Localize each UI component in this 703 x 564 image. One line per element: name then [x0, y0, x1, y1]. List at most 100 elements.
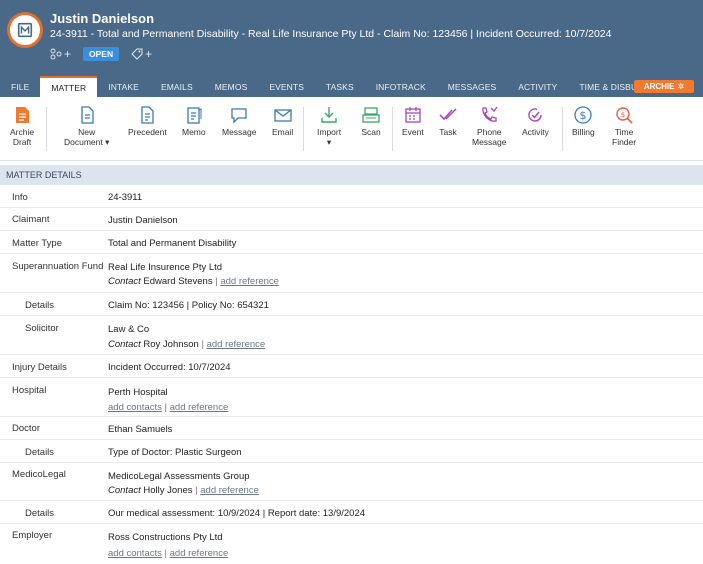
new-document-button[interactable]: New Document ▾: [64, 105, 109, 147]
detail-label: Employer: [12, 530, 53, 541]
message-button[interactable]: Message: [222, 105, 257, 137]
time-finder-label-2: Finder: [612, 137, 637, 147]
add-reference-link[interactable]: add reference: [220, 276, 279, 287]
detail-label: Superannuation Fund: [12, 261, 104, 272]
contact-line: Contact Edward Stevens | add reference: [108, 276, 279, 287]
add-tag-button[interactable]: +: [131, 47, 152, 61]
contact-name[interactable]: Holly Jones: [143, 485, 192, 496]
tab-matter[interactable]: MATTER: [40, 76, 98, 97]
detail-row-doctor: Doctor Ethan Samuels: [0, 417, 703, 440]
plus-icon: +: [145, 47, 153, 61]
detail-label: Injury Details: [12, 362, 67, 373]
detail-value: Our medical assessment: 10/9/2024 | Repo…: [108, 508, 366, 519]
detail-row-matter-type: Matter Type Total and Permanent Disabili…: [0, 231, 703, 254]
phone-message-button[interactable]: Phone Message: [472, 105, 507, 147]
archie-button[interactable]: ARCHIE ✲: [634, 80, 694, 93]
time-finder-button[interactable]: $ Time Finder: [612, 105, 636, 147]
tab-activity[interactable]: ACTIVITY: [507, 76, 568, 97]
matter-details-list: Info 24-3911 Claimant Justin Danielson M…: [0, 185, 703, 564]
detail-value: Type of Doctor: Plastic Surgeon: [108, 447, 242, 458]
contact-name[interactable]: Roy Johnson: [143, 339, 198, 350]
detail-row-superannuation: Superannuation Fund Real Life Insurence …: [0, 254, 703, 293]
phone-message-label-1: Phone: [476, 127, 502, 137]
divider: [46, 107, 47, 151]
tab-emails[interactable]: EMAILS: [150, 76, 204, 97]
tag-icon: [131, 48, 143, 60]
message-icon: [231, 108, 247, 124]
precedent-button[interactable]: Precedent: [128, 105, 167, 137]
add-reference-link[interactable]: add reference: [170, 548, 229, 559]
separator: |: [195, 485, 198, 496]
memo-button[interactable]: Memo: [182, 105, 206, 137]
calendar-icon: [405, 107, 421, 123]
time-finder-label-1: Time: [614, 127, 634, 137]
contact-name[interactable]: Edward Stevens: [143, 276, 212, 287]
add-contacts-link[interactable]: add contacts: [108, 402, 162, 413]
email-icon: [273, 109, 292, 122]
separator: |: [201, 339, 204, 350]
client-name: Justin Danielson: [50, 11, 155, 26]
svg-text:$: $: [621, 111, 625, 119]
detail-label: Info: [12, 192, 28, 203]
task-icon: [439, 108, 457, 121]
new-document-label-1: New: [78, 127, 96, 137]
archie-label: ARCHIE: [643, 82, 675, 91]
add-reference-link[interactable]: add reference: [170, 402, 229, 413]
precedent-label: Precedent: [128, 127, 167, 137]
detail-row-injury: Injury Details Incident Occurred: 10/7/2…: [0, 355, 703, 378]
toolbar: Archie Draft New Document ▾ Precedent Me…: [0, 97, 703, 161]
billing-button[interactable]: $ Billing: [572, 105, 595, 137]
event-label: Event: [402, 127, 424, 137]
task-label: Task: [439, 127, 457, 137]
detail-value: Ethan Samuels: [108, 424, 173, 435]
matter-tabs: FILE MATTER INTAKE EMAILS MEMOS EVENTS T…: [0, 76, 703, 97]
detail-label: Solicitor: [25, 323, 59, 334]
detail-label: Matter Type: [12, 238, 62, 249]
detail-value: Incident Occurred: 10/7/2024: [108, 362, 231, 373]
email-button[interactable]: Email: [272, 105, 293, 137]
activity-button[interactable]: Activity: [522, 105, 549, 137]
tab-file[interactable]: FILE: [0, 76, 40, 97]
add-relationship-button[interactable]: +: [50, 47, 71, 61]
memo-label: Memo: [182, 127, 206, 137]
plus-icon: +: [64, 47, 72, 61]
add-reference-link[interactable]: add reference: [207, 339, 266, 350]
tab-intake[interactable]: INTAKE: [97, 76, 150, 97]
status-badge[interactable]: OPEN: [83, 47, 120, 61]
tab-messages[interactable]: MESSAGES: [437, 76, 508, 97]
detail-value: Law & Co: [108, 324, 150, 335]
detail-row-hospital: Hospital Perth Hospital add contacts | a…: [0, 378, 703, 417]
tab-events[interactable]: EVENTS: [258, 76, 315, 97]
detail-label: Details: [25, 447, 55, 458]
detail-label: Claimant: [12, 214, 50, 225]
document-icon: [81, 106, 94, 124]
tab-tasks[interactable]: TASKS: [315, 76, 365, 97]
tab-memos[interactable]: MEMOS: [204, 76, 259, 97]
add-contacts-link[interactable]: add contacts: [108, 548, 162, 559]
precedent-icon: [141, 106, 155, 124]
detail-label: Doctor: [12, 423, 40, 434]
detail-label: MedicoLegal: [12, 469, 66, 480]
contact-line: Contact Roy Johnson | add reference: [108, 339, 265, 350]
import-dropdown-caret: ▾: [326, 137, 332, 147]
matter-subtitle: 24-3911 - Total and Permanent Disability…: [50, 28, 612, 40]
dollar-icon: $: [574, 106, 592, 124]
contact-line: Contact Holly Jones | add reference: [108, 485, 259, 496]
scan-button[interactable]: Scan: [361, 105, 381, 137]
import-button[interactable]: Import ▾: [317, 105, 341, 147]
event-button[interactable]: Event: [402, 105, 424, 137]
message-label: Message: [222, 127, 257, 137]
detail-row-medicolegal-details: Details Our medical assessment: 10/9/202…: [0, 501, 703, 524]
tab-infotrack[interactable]: INFOTRACK: [365, 76, 437, 97]
matter-logo: [7, 12, 43, 48]
divider: [392, 107, 393, 151]
add-reference-link[interactable]: add reference: [200, 485, 259, 496]
phone-message-label-2: Message: [472, 137, 507, 147]
matter-header: Justin Danielson 24-3911 - Total and Per…: [0, 0, 703, 76]
archie-draft-button[interactable]: Archie Draft: [10, 105, 34, 147]
phone-icon: [482, 106, 498, 122]
relationship-icon: [50, 48, 62, 60]
task-button[interactable]: Task: [438, 105, 458, 137]
memo-icon: [187, 107, 202, 124]
import-label: Import: [317, 127, 342, 137]
